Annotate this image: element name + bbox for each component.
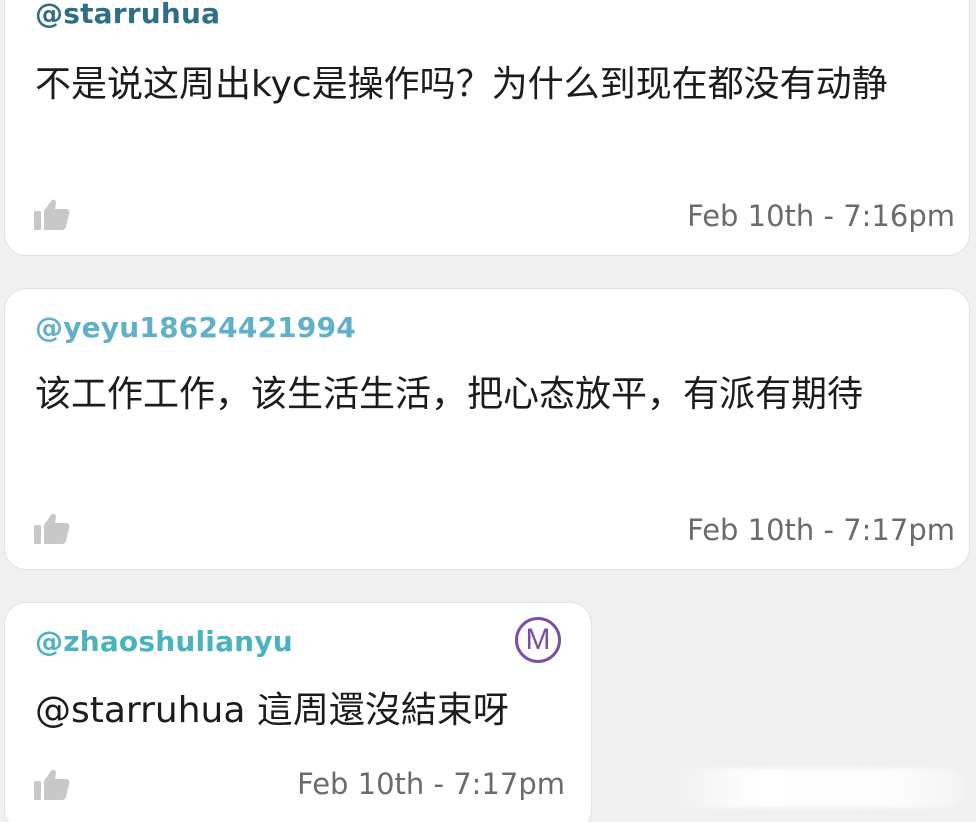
comment-card: @yeyu18624421994 该工作工作，该生活生活，把心态放平，有派有期待… <box>4 288 970 570</box>
comment-feed: @starruhua 不是说这周出kyc是操作吗？为什么到现在都没有动静 Feb… <box>0 0 976 822</box>
redaction-smudge <box>668 768 968 808</box>
comment-body: 不是说这周出kyc是操作吗？为什么到现在都没有动静 <box>35 64 888 105</box>
thumbs-up-icon[interactable] <box>33 767 71 801</box>
comment-timestamp: Feb 10th - 7:16pm <box>687 199 955 233</box>
comment-body: @starruhua 這周還沒結束呀 <box>35 690 509 731</box>
comment-timestamp: Feb 10th - 7:17pm <box>297 767 565 801</box>
comment-card: @zhaoshulianyu M @starruhua 這周還沒結束呀 Feb … <box>4 602 592 822</box>
comment-username[interactable]: @zhaoshulianyu <box>35 625 293 658</box>
comment-body: 该工作工作，该生活生活，把心态放平，有派有期待 <box>35 374 864 415</box>
comment-card: @starruhua 不是说这周出kyc是操作吗？为什么到现在都没有动静 Feb… <box>4 0 970 256</box>
comment-username[interactable]: @yeyu18624421994 <box>35 311 356 344</box>
thumbs-up-icon[interactable] <box>33 197 71 231</box>
comment-timestamp: Feb 10th - 7:17pm <box>687 513 955 547</box>
moderator-badge-icon: M <box>515 617 561 663</box>
comment-username[interactable]: @starruhua <box>35 0 220 30</box>
thumbs-up-icon[interactable] <box>33 511 71 545</box>
